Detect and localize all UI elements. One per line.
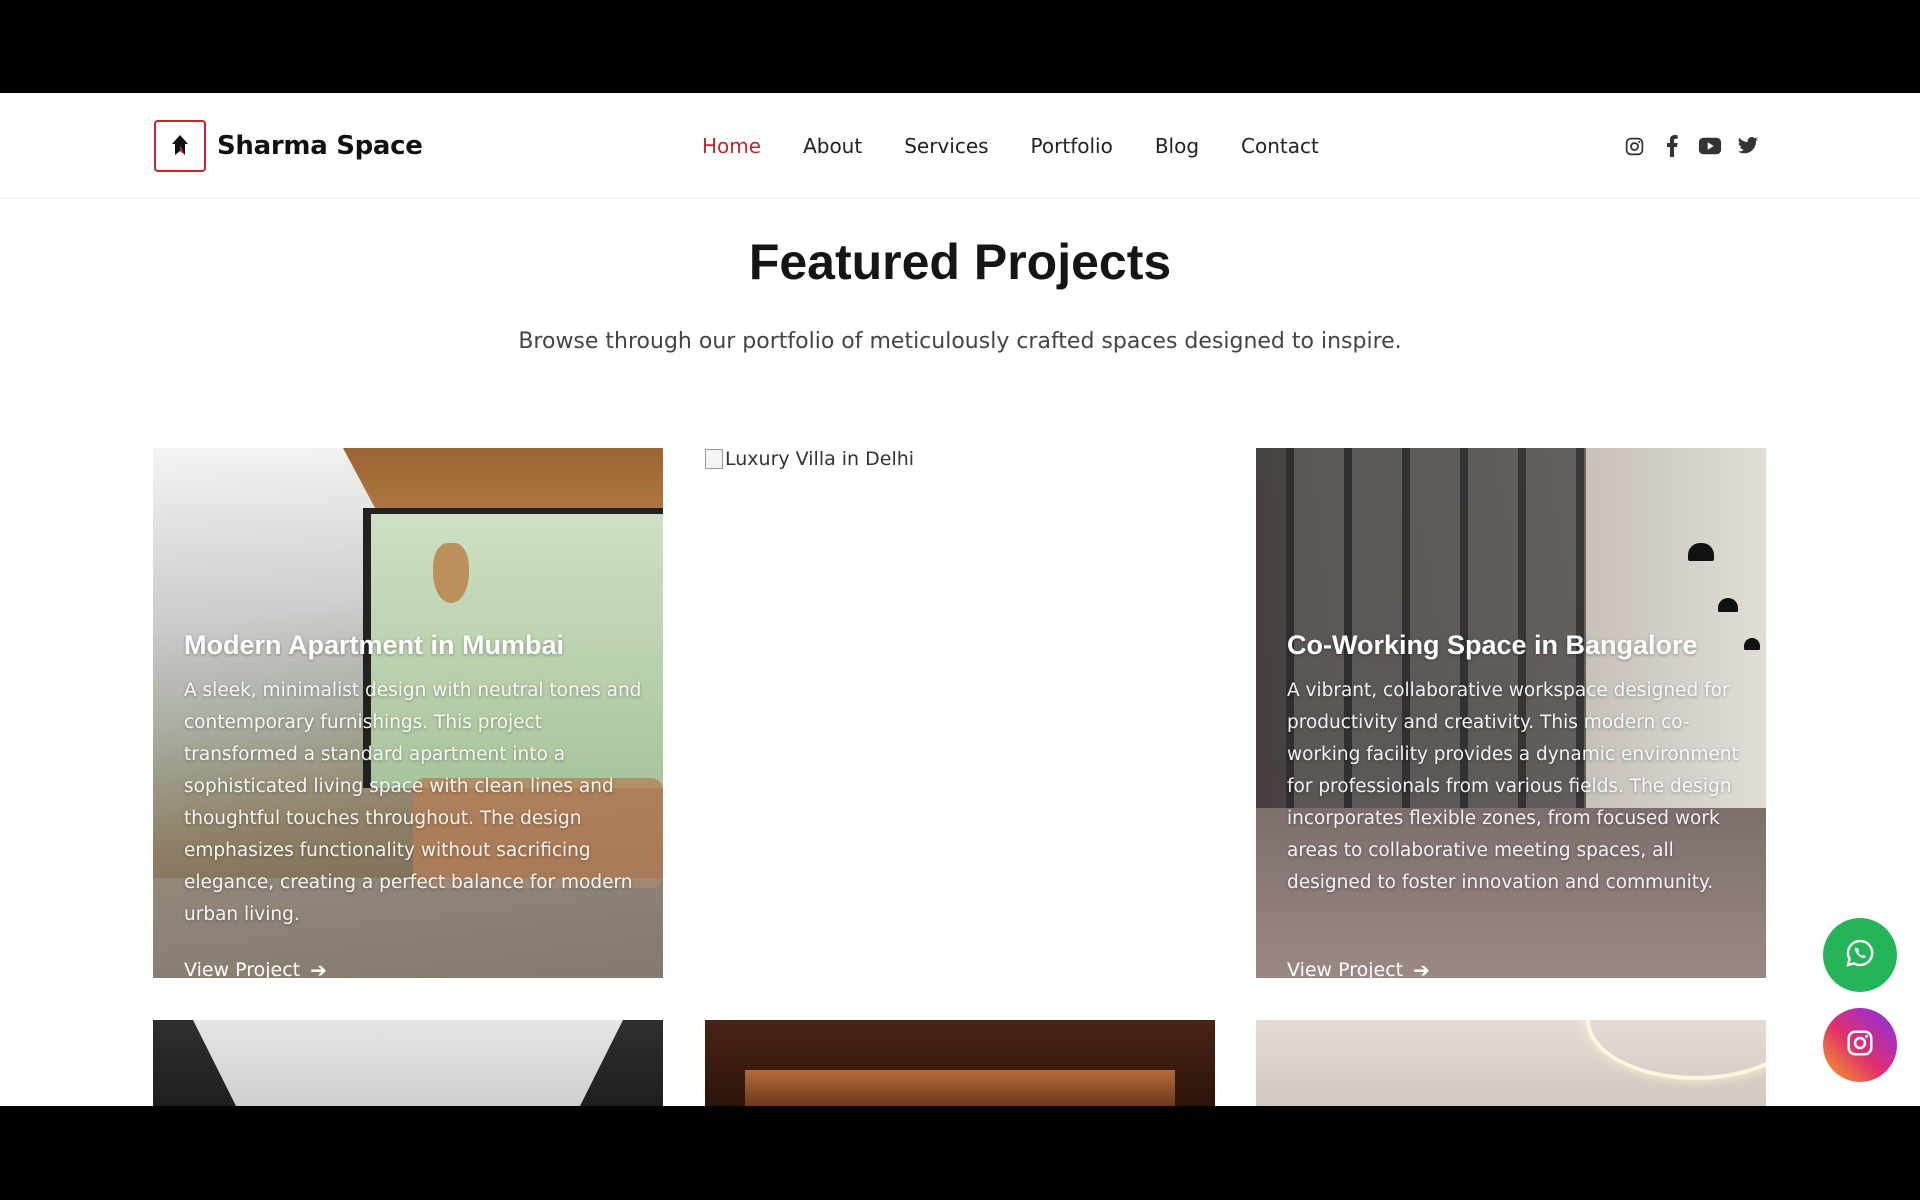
project-overlay: Co-Working Space in Bangalore A vibrant,… bbox=[1287, 630, 1747, 899]
project-card-bangalore[interactable]: Co-Working Space in Bangalore A vibrant,… bbox=[1256, 448, 1766, 978]
twitter-icon[interactable] bbox=[1736, 134, 1760, 158]
project-card-row2-3[interactable] bbox=[1256, 1020, 1766, 1106]
nav-contact[interactable]: Contact bbox=[1241, 134, 1319, 158]
project-card-row2-1[interactable] bbox=[153, 1020, 663, 1106]
view-project-label: View Project bbox=[184, 959, 301, 978]
instagram-icon bbox=[1845, 1028, 1875, 1062]
broken-image-icon bbox=[705, 449, 723, 469]
main-nav: Home About Services Portfolio Blog Conta… bbox=[702, 93, 1319, 199]
whatsapp-icon bbox=[1844, 937, 1876, 973]
arrow-right-icon: ➔ bbox=[310, 958, 327, 978]
nav-portfolio[interactable]: Portfolio bbox=[1031, 134, 1113, 158]
youtube-icon[interactable] bbox=[1698, 134, 1722, 158]
project-card-delhi[interactable]: Luxury Villa in Delhi bbox=[705, 448, 1215, 978]
view-project-link[interactable]: View Project ➔ bbox=[1287, 958, 1430, 978]
instagram-button[interactable] bbox=[1823, 1008, 1897, 1082]
section-subtitle: Browse through our portfolio of meticulo… bbox=[518, 329, 1402, 354]
project-description: A vibrant, collaborative workspace desig… bbox=[1287, 680, 1739, 893]
project-overlay: Modern Apartment in Mumbai A sleek, mini… bbox=[184, 630, 644, 931]
view-project-label: View Project bbox=[1287, 959, 1404, 978]
project-card-mumbai[interactable]: Modern Apartment in Mumbai A sleek, mini… bbox=[153, 448, 663, 978]
project-title: Modern Apartment in Mumbai bbox=[184, 630, 565, 660]
instagram-icon[interactable] bbox=[1622, 134, 1646, 158]
nav-blog[interactable]: Blog bbox=[1155, 134, 1199, 158]
broken-image: Luxury Villa in Delhi bbox=[705, 448, 914, 470]
brand-logo[interactable]: Sharma Space bbox=[154, 120, 423, 172]
arrow-right-icon: ➔ bbox=[1413, 958, 1430, 978]
view-project-link[interactable]: View Project ➔ bbox=[184, 958, 327, 978]
project-title: Co-Working Space in Bangalore bbox=[1287, 630, 1698, 660]
brand-name: Sharma Space bbox=[217, 131, 423, 161]
page: Sharma Space Home About Services Portfol… bbox=[0, 93, 1920, 1106]
nav-about[interactable]: About bbox=[803, 134, 862, 158]
section-title: Featured Projects bbox=[748, 234, 1172, 290]
nav-home[interactable]: Home bbox=[702, 134, 761, 158]
whatsapp-button[interactable] bbox=[1823, 918, 1897, 992]
logo-mark-icon bbox=[154, 120, 206, 172]
letterbox-top bbox=[0, 0, 1920, 93]
nav-services[interactable]: Services bbox=[904, 134, 988, 158]
project-card-row2-2[interactable] bbox=[705, 1020, 1215, 1106]
letterbox-bottom bbox=[0, 1106, 1920, 1200]
social-links bbox=[1622, 93, 1760, 199]
site-header: Sharma Space Home About Services Portfol… bbox=[0, 93, 1920, 199]
image-alt-text: Luxury Villa in Delhi bbox=[725, 448, 915, 470]
facebook-icon[interactable] bbox=[1660, 134, 1684, 158]
project-description: A sleek, minimalist design with neutral … bbox=[184, 680, 642, 925]
